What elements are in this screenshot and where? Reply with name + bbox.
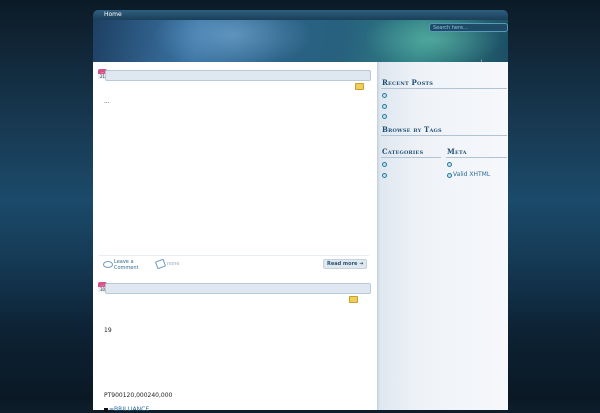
divider — [381, 88, 507, 89]
arrow-right-icon: ➜ — [359, 261, 364, 267]
divider — [446, 157, 507, 158]
post-excerpt: ... — [104, 98, 110, 105]
square-bullet-icon — [104, 407, 108, 412]
recent-post-bullet[interactable] — [382, 114, 387, 119]
folder-icon[interactable] — [349, 296, 358, 303]
page-wrapper: Home / ... 21 ... Leave a Comment none R… — [93, 10, 508, 413]
categories-heading: Categories — [382, 147, 424, 156]
tag-icon — [154, 258, 167, 270]
post-footer: Leave a Comment none Read more ➜ — [99, 255, 369, 274]
recent-posts-heading: Recent Posts — [382, 78, 434, 87]
meta-heading: Meta — [447, 147, 467, 156]
search-input[interactable] — [433, 24, 504, 31]
post-body-line: PT900120,000240,000 — [104, 392, 173, 399]
category-bullet[interactable] — [382, 162, 387, 167]
folder-icon[interactable] — [355, 83, 364, 90]
post-title-bar[interactable] — [105, 283, 371, 294]
valid-xhtml-link[interactable]: Valid XHTML — [453, 171, 490, 178]
recent-post-bullet[interactable] — [382, 104, 387, 109]
meta-bullet[interactable] — [447, 162, 452, 167]
comment-icon — [103, 261, 113, 268]
category-bullet[interactable] — [382, 173, 387, 178]
post-link[interactable]: =BRILLIANCE — [104, 406, 149, 413]
post-body-line: 19 — [104, 327, 112, 334]
leave-comment-link[interactable]: Leave a Comment — [114, 259, 146, 271]
browse-tags-heading: Browse by Tags — [382, 125, 442, 134]
divider — [381, 157, 441, 158]
main-content: ... 21 ... Leave a Comment none Read mor… — [93, 62, 377, 413]
sidebar: Recent Posts Browse by Tags Categories M… — [377, 62, 508, 410]
divider — [381, 135, 507, 136]
search-box[interactable] — [429, 23, 508, 32]
post-title-bar[interactable] — [105, 70, 371, 81]
post-tags: none — [167, 261, 180, 267]
read-more-label: Read more — [327, 261, 358, 267]
meta-bullet[interactable] — [447, 173, 452, 178]
read-more-button[interactable]: Read more ➜ — [323, 259, 368, 269]
recent-post-bullet[interactable] — [382, 93, 387, 98]
post-link-text: =BRILLIANCE — [109, 406, 150, 413]
top-nav-bar: Home — [93, 10, 508, 20]
nav-home-link[interactable]: Home — [104, 11, 122, 19]
